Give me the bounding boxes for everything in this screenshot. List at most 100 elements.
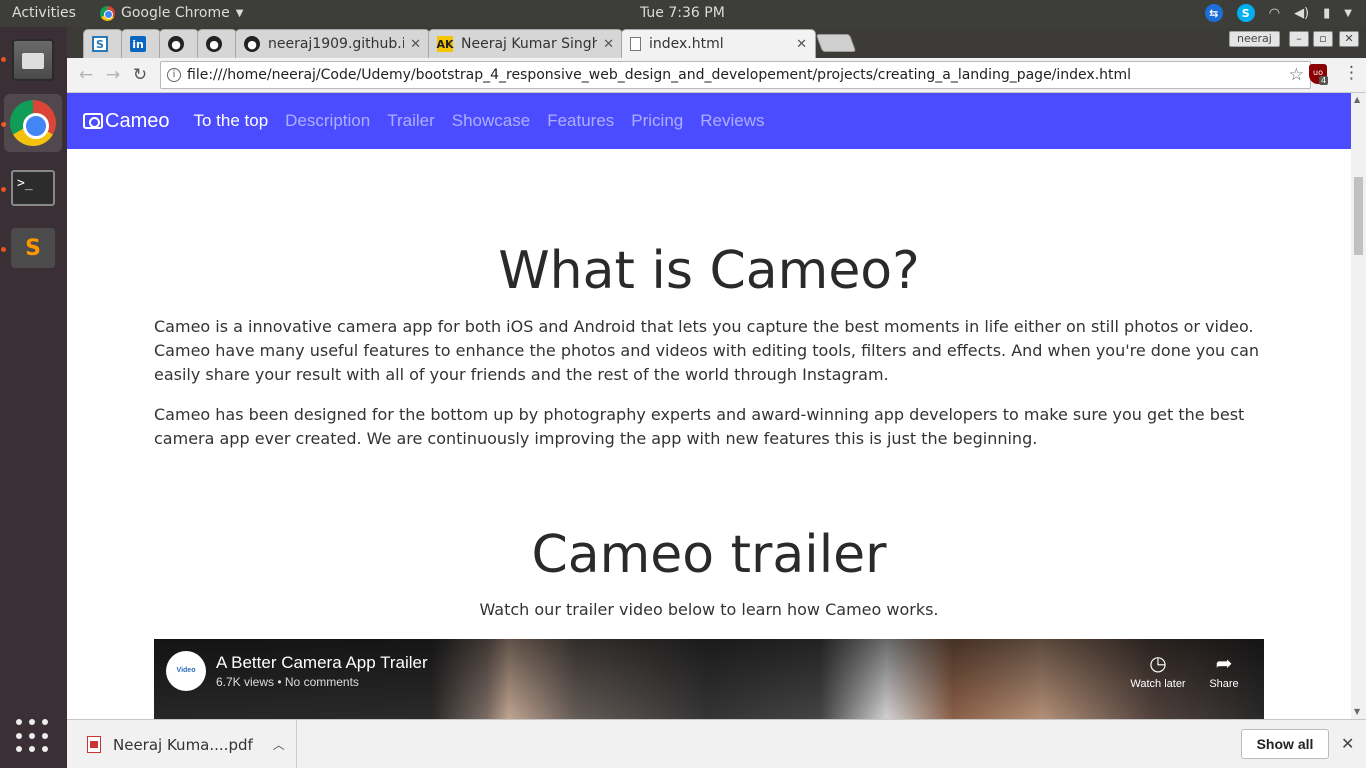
nav-link-pricing[interactable]: Pricing [631,111,683,131]
url-text: file:///home/neeraj/Code/Udemy/bootstrap… [187,67,1132,83]
tab-pinned-1[interactable]: S [83,29,123,58]
show-all-button[interactable]: Show all [1241,729,1329,759]
brand-link[interactable]: Cameo [83,110,169,133]
extension-badge: 4 [1319,76,1329,85]
skype-icon[interactable]: S [1236,4,1255,22]
channel-avatar[interactable]: Video [166,651,206,691]
info-icon[interactable]: i [167,68,181,82]
scroll-down-arrow-icon[interactable]: ▼ [1354,707,1360,716]
site-navbar: Cameo To the top Description Trailer Sho… [67,93,1351,149]
close-window-button[interactable]: ✕ [1339,31,1359,47]
chrome-icon [100,5,115,21]
tab-title: Neeraj Kumar Singh [461,36,598,52]
launcher-dock: >_ S [0,27,67,768]
system-top-bar: Activities Google Chrome ▼ Tue 7:36 PM ⇆… [0,0,1366,27]
share-button[interactable]: ➦ Share [1189,651,1259,690]
tab-github-pages[interactable]: ● neeraj1909.github.i ✕ [235,29,430,58]
linkedin-icon: in [130,36,146,52]
terminal-icon: >_ [11,170,55,206]
forward-button[interactable]: → [102,64,124,86]
tab-title: neeraj1909.github.i [268,36,405,52]
scrollbar-thumb[interactable] [1354,177,1363,255]
terminal-launcher[interactable]: >_ [4,159,62,217]
tab-pinned-3[interactable]: ● [159,29,199,58]
sublime-text-icon: S [11,228,55,268]
tab-strip: S in ● ● ● neeraj1909.github.i ✕ AK Neer… [67,27,1366,58]
maximize-button[interactable]: ▫ [1313,31,1333,47]
scroll-up-arrow-icon[interactable]: ▲ [1354,95,1360,104]
close-tab-icon[interactable]: ✕ [410,37,421,52]
show-applications-icon[interactable] [16,719,50,753]
close-tab-icon[interactable]: ✕ [603,37,614,52]
nav-link-reviews[interactable]: Reviews [700,111,764,131]
about-paragraph-1: Cameo is a innovative camera app for bot… [154,317,1260,384]
teamviewer-icon[interactable]: ⇆ [1204,4,1223,22]
browser-toolbar: ← → ↻ i file:///home/neeraj/Code/Udemy/b… [67,58,1366,93]
nav-link-features[interactable]: Features [547,111,614,131]
activities-button[interactable]: Activities [12,5,76,21]
channel-avatar-label: Video [176,667,196,674]
ak-favicon: AK [436,36,454,52]
tab-title: index.html [649,36,724,52]
clock[interactable]: Tue 7:36 PM [640,5,725,21]
page-scrollbar[interactable]: ▲ ▼ [1351,93,1366,719]
trailer-video-embed[interactable]: Video A Better Camera App Trailer 6.7K v… [154,639,1264,719]
share-label: Share [1209,678,1239,690]
video-meta: 6.7K views • No comments [216,675,359,689]
github-icon: ● [244,36,260,52]
tab-pinned-4[interactable]: ● [197,29,237,58]
profile-button[interactable]: neeraj [1229,31,1280,47]
volume-icon[interactable]: ◀) [1294,6,1309,21]
brand-name: Cameo [105,109,170,132]
watch-later-label: Watch later [1130,678,1186,690]
browser-window: S in ● ● ● neeraj1909.github.i ✕ AK Neer… [67,27,1366,768]
trailer-heading: Cameo trailer [531,525,887,585]
nav-link-showcase[interactable]: Showcase [452,111,530,131]
pdf-file-icon [87,736,101,753]
about-heading: What is Cameo? [498,241,920,301]
chevron-up-icon[interactable]: ︿ [273,736,285,753]
share-arrow-icon: ➦ [1215,653,1233,675]
chrome-launcher[interactable] [4,94,62,152]
files-launcher[interactable] [4,31,62,89]
tab-index-html[interactable]: index.html ✕ [621,29,816,58]
reload-button[interactable]: ↻ [129,64,151,86]
camera-icon [83,113,103,129]
back-button[interactable]: ← [75,64,97,86]
video-title[interactable]: A Better Camera App Trailer [216,653,428,673]
close-tab-icon[interactable]: ✕ [796,37,807,52]
nav-link-top[interactable]: To the top [193,111,268,131]
nav-link-trailer[interactable]: Trailer [387,111,435,131]
system-tray: ⇆ S ◠ ◀) ▮ ▼ [1204,4,1352,22]
tab-pinned-2[interactable]: in [121,29,161,58]
site-favicon: S [92,36,108,52]
github-icon: ● [206,36,222,52]
download-item[interactable]: Neeraj Kuma....pdf ︿ [67,720,297,768]
wifi-icon[interactable]: ◠ [1269,6,1280,21]
files-icon [12,39,54,81]
chevron-down-icon: ▼ [235,7,244,19]
close-icon[interactable]: ✕ [1341,734,1354,753]
chrome-icon [10,100,56,146]
bookmark-star-icon[interactable]: ☆ [1289,62,1304,88]
watch-later-button[interactable]: ◷ Watch later [1123,651,1193,690]
download-filename: Neeraj Kuma....pdf [113,735,253,754]
download-shelf: Neeraj Kuma....pdf ︿ Show all ✕ [67,719,1366,768]
about-paragraph-2: Cameo has been designed for the bottom u… [154,405,1245,448]
minimize-button[interactable]: – [1289,31,1309,47]
battery-icon[interactable]: ▮ [1323,6,1330,21]
app-menu-label: Google Chrome [121,5,230,21]
new-tab-button[interactable] [815,34,857,52]
github-icon: ● [168,36,184,52]
power-menu-icon[interactable]: ▼ [1344,8,1352,19]
sublime-launcher[interactable]: S [4,219,62,277]
chrome-menu-icon[interactable]: ⋮ [1343,63,1360,83]
tab-neeraj-kumar-singh[interactable]: AK Neeraj Kumar Singh ✕ [428,29,623,58]
page-icon [630,37,641,51]
address-bar[interactable]: i file:///home/neeraj/Code/Udemy/bootstr… [160,61,1311,89]
nav-link-description[interactable]: Description [285,111,370,131]
clock-icon: ◷ [1149,653,1167,675]
trailer-subtitle: Watch our trailer video below to learn h… [479,600,939,619]
page-viewport: Cameo To the top Description Trailer Sho… [67,93,1351,719]
app-menu[interactable]: Google Chrome ▼ [100,5,243,21]
